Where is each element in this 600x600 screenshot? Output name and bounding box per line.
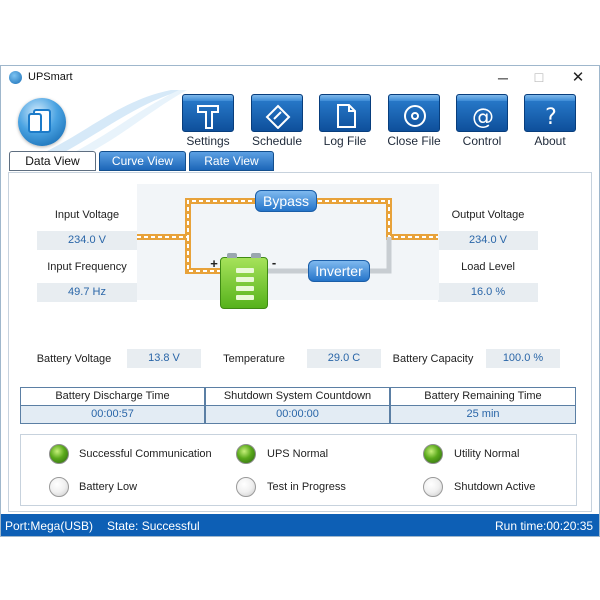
log-file-button[interactable]: Log File <box>315 94 375 152</box>
temperature-label: Temperature <box>223 353 285 365</box>
timer-value-discharge: 00:00:57 <box>20 405 205 424</box>
battery-minus-sign: - <box>271 255 277 270</box>
test-in-progress-label: Test in Progress <box>267 481 346 493</box>
inverter-indicator: Inverter <box>308 260 370 282</box>
timer-header-remaining: Battery Remaining Time <box>390 387 576 406</box>
schedule-button[interactable]: Schedule <box>247 94 307 152</box>
tab-data-view[interactable]: Data View <box>9 151 96 171</box>
app-icon <box>9 71 22 84</box>
timer-value-remaining: 25 min <box>390 405 576 424</box>
svg-text:?: ? <box>545 105 557 129</box>
window-title: UPSmart <box>28 71 73 83</box>
timer-header-shutdown: Shutdown System Countdown <box>205 387 390 406</box>
timer-header-discharge: Battery Discharge Time <box>20 387 205 406</box>
maximize-button[interactable]: ☐ <box>524 68 554 88</box>
about-label: About <box>534 134 566 148</box>
timers-table: Battery Discharge Time Shutdown System C… <box>20 387 576 425</box>
run-time: Run time:00:20:35 <box>495 519 594 533</box>
battery-low-label: Battery Low <box>79 481 138 493</box>
shutdown-active-label: Shutdown Active <box>454 481 536 493</box>
bypass-indicator: Bypass <box>255 190 317 212</box>
battery-plus-sign: + <box>210 256 218 271</box>
minimize-button[interactable]: ─ <box>488 68 518 88</box>
battery-icon <box>220 253 268 309</box>
svg-text:@: @ <box>472 105 494 129</box>
settings-button[interactable]: Settings <box>178 94 238 152</box>
port-status: Port:Mega(USB) <box>5 519 94 533</box>
settings-label: Settings <box>186 134 230 148</box>
document-icon <box>319 94 371 132</box>
log-file-label: Log File <box>323 134 367 148</box>
close-file-label: Close File <box>387 134 441 148</box>
close-button[interactable]: ✕ <box>563 68 593 88</box>
temperature-value: 29.0 C <box>307 349 381 368</box>
test-in-progress-led-icon <box>236 477 256 497</box>
successful-communication-label: Successful Communication <box>79 448 212 460</box>
question-icon: ? <box>524 94 576 132</box>
battery-voltage-value: 13.8 V <box>127 349 201 368</box>
battery-capacity-label: Battery Capacity <box>392 353 474 365</box>
upsmart-window: UPSmart ─ ☐ ✕ Settings Schedule Log File… <box>0 65 600 537</box>
schedule-label: Schedule <box>251 134 303 148</box>
at-icon: @ <box>456 94 508 132</box>
about-button[interactable]: ? About <box>520 94 580 152</box>
shutdown-active-led-icon <box>423 477 443 497</box>
control-label: Control <box>462 134 502 148</box>
header: Settings Schedule Log File Close File @ … <box>1 90 599 154</box>
ups-normal-label: UPS Normal <box>267 448 329 460</box>
pencil-icon <box>251 94 303 132</box>
utility-normal-label: Utility Normal <box>454 448 520 460</box>
successful-communication-led-icon <box>49 444 69 464</box>
tab-rate-view[interactable]: Rate View <box>189 151 274 171</box>
connection-state: State: Successful <box>107 519 200 533</box>
logo-icon <box>18 98 66 146</box>
close-file-button[interactable]: Close File <box>384 94 444 152</box>
ups-normal-led-icon <box>236 444 256 464</box>
battery-capacity-value: 100.0 % <box>486 349 560 368</box>
status-indicators-panel: Successful Communication UPS Normal Util… <box>20 434 577 506</box>
utility-normal-led-icon <box>423 444 443 464</box>
hammer-icon <box>182 94 234 132</box>
tab-curve-view[interactable]: Curve View <box>99 151 186 171</box>
data-view-panel: Input Voltage 234.0 V Input Frequency 49… <box>8 172 592 512</box>
disc-icon <box>388 94 440 132</box>
battery-voltage-label: Battery Voltage <box>36 353 112 365</box>
title-bar: UPSmart ─ ☐ ✕ <box>1 66 599 90</box>
timer-value-shutdown: 00:00:00 <box>205 405 390 424</box>
control-button[interactable]: @ Control <box>452 94 512 152</box>
status-bar: Port:Mega(USB) State: Successful Run tim… <box>1 514 599 536</box>
battery-low-led-icon <box>49 477 69 497</box>
